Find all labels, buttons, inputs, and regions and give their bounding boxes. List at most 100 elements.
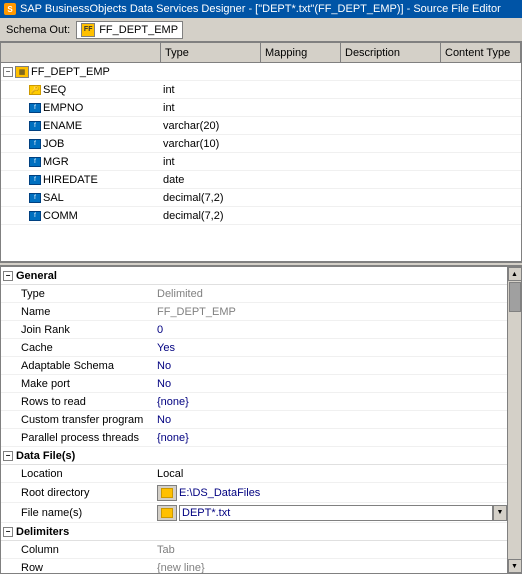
schema-tree-panel: Type Mapping Description Content Type − … [0, 42, 522, 262]
field-icon: f [29, 121, 41, 131]
prop-row: Cache Yes [1, 339, 507, 357]
field-type: decimal(7,2) [161, 210, 261, 222]
prop-row-file: File name(s) DEPT*.txt ▼ [1, 503, 507, 523]
tree-field-row[interactable]: f MGR int [1, 153, 521, 171]
prop-row: Parallel process threads {none} [1, 429, 507, 447]
field-icon: f [29, 157, 41, 167]
field-type: int [161, 156, 261, 168]
prop-value: {none} [157, 432, 507, 444]
prop-label: Root directory [17, 487, 157, 499]
properties-panel: − General Type Delimited Name FF_DEPT_EM… [0, 266, 522, 574]
prop-label: Cache [17, 342, 157, 354]
app-icon: S [4, 3, 16, 15]
prop-row-file: Root directory E:\DS_DataFiles [1, 483, 507, 503]
prop-label: Type [17, 288, 157, 300]
prop-label: Custom transfer program [17, 414, 157, 426]
dropdown-arrow[interactable]: ▼ [493, 505, 507, 521]
prop-label: Make port [17, 378, 157, 390]
prop-value: No [157, 378, 507, 390]
prop-value: FF_DEPT_EMP [157, 306, 507, 318]
collapse-general[interactable]: − [3, 271, 13, 281]
tree-field-row[interactable]: f JOB varchar(10) [1, 135, 521, 153]
field-name: SAL [43, 192, 64, 204]
prop-value: Local [157, 468, 507, 480]
field-rows: 🔑 SEQ int f EMPNO int f ENAME varchar(20… [1, 81, 521, 225]
scroll-thumb[interactable] [509, 282, 521, 312]
field-type: int [161, 84, 261, 96]
field-icon: f [29, 139, 41, 149]
tree-field-row[interactable]: 🔑 SEQ int [1, 81, 521, 99]
prop-label: Adaptable Schema [17, 360, 157, 372]
table-icon: ▦ [15, 66, 29, 78]
prop-label: Name [17, 306, 157, 318]
schema-out-label: Schema Out: [6, 24, 70, 36]
file-browse-btn[interactable] [157, 485, 177, 501]
schema-name: FF_DEPT_EMP [99, 24, 178, 36]
general-props: Type Delimited Name FF_DEPT_EMP Join Ran… [1, 285, 507, 447]
prop-value: {new line} [157, 562, 507, 574]
properties-area: − General Type Delimited Name FF_DEPT_EM… [1, 267, 507, 573]
section-delimiters: − Delimiters [1, 523, 507, 541]
prop-row: Rows to read {none} [1, 393, 507, 411]
section-general: − General [1, 267, 507, 285]
folder-icon [161, 488, 173, 498]
prop-row: Location Local [1, 465, 507, 483]
field-name: HIREDATE [43, 174, 98, 186]
tree-root-row[interactable]: − ▦ FF_DEPT_EMP [1, 63, 521, 81]
col-desc: Description [341, 43, 441, 62]
field-type: int [161, 102, 261, 114]
field-name: EMPNO [43, 102, 83, 114]
prop-value: Tab [157, 544, 507, 556]
expand-icon[interactable]: − [3, 67, 13, 77]
tree-area: − ▦ FF_DEPT_EMP 🔑 SEQ int f EMPNO int [1, 63, 521, 261]
scrollbar[interactable]: ▲ ▼ [507, 267, 521, 573]
key-icon: 🔑 [29, 85, 41, 95]
col-name [1, 43, 161, 62]
tree-field-row[interactable]: f ENAME varchar(20) [1, 117, 521, 135]
prop-label: File name(s) [17, 507, 157, 519]
prop-label: Parallel process threads [17, 432, 157, 444]
field-icon: f [29, 211, 41, 221]
datafiles-props: Location Local Root directory E:\DS_Data… [1, 465, 507, 523]
prop-row: Custom transfer program No [1, 411, 507, 429]
file-browse-btn[interactable] [157, 505, 177, 521]
section-datafiles-label: Data File(s) [16, 450, 75, 462]
collapse-delimiters[interactable]: − [3, 527, 13, 537]
schema-out-value: FF FF_DEPT_EMP [76, 21, 183, 39]
title-bar: S SAP BusinessObjects Data Services Desi… [0, 0, 522, 18]
field-icon: f [29, 175, 41, 185]
tree-field-row[interactable]: f HIREDATE date [1, 171, 521, 189]
prop-label: Join Rank [17, 324, 157, 336]
prop-row: Adaptable Schema No [1, 357, 507, 375]
field-name: JOB [43, 138, 64, 150]
field-type: varchar(20) [161, 120, 261, 132]
field-icon: f [29, 193, 41, 203]
tree-field-row[interactable]: f SAL decimal(7,2) [1, 189, 521, 207]
prop-value: No [157, 414, 507, 426]
prop-value: Yes [157, 342, 507, 354]
prop-value: No [157, 360, 507, 372]
tree-field-row[interactable]: f EMPNO int [1, 99, 521, 117]
collapse-datafiles[interactable]: − [3, 451, 13, 461]
prop-row: Join Rank 0 [1, 321, 507, 339]
field-name: MGR [43, 156, 69, 168]
table-header: Type Mapping Description Content Type [1, 43, 521, 63]
scroll-up-btn[interactable]: ▲ [508, 267, 522, 281]
scroll-track [508, 281, 521, 559]
prop-value: Delimited [157, 288, 507, 300]
col-mapping: Mapping [261, 43, 341, 62]
title-text: SAP BusinessObjects Data Services Design… [20, 3, 501, 15]
tree-field-row[interactable]: f COMM decimal(7,2) [1, 207, 521, 225]
col-content: Content Type [441, 43, 521, 62]
field-name: ENAME [43, 120, 82, 132]
field-name: SEQ [43, 84, 66, 96]
field-name: COMM [43, 210, 78, 222]
prop-label: Location [17, 468, 157, 480]
field-type: date [161, 174, 261, 186]
field-type: decimal(7,2) [161, 192, 261, 204]
folder-icon [161, 508, 173, 518]
col-type: Type [161, 43, 261, 62]
prop-label: Column [17, 544, 157, 556]
filename-input[interactable]: DEPT*.txt [179, 505, 493, 521]
field-type: varchar(10) [161, 138, 261, 150]
